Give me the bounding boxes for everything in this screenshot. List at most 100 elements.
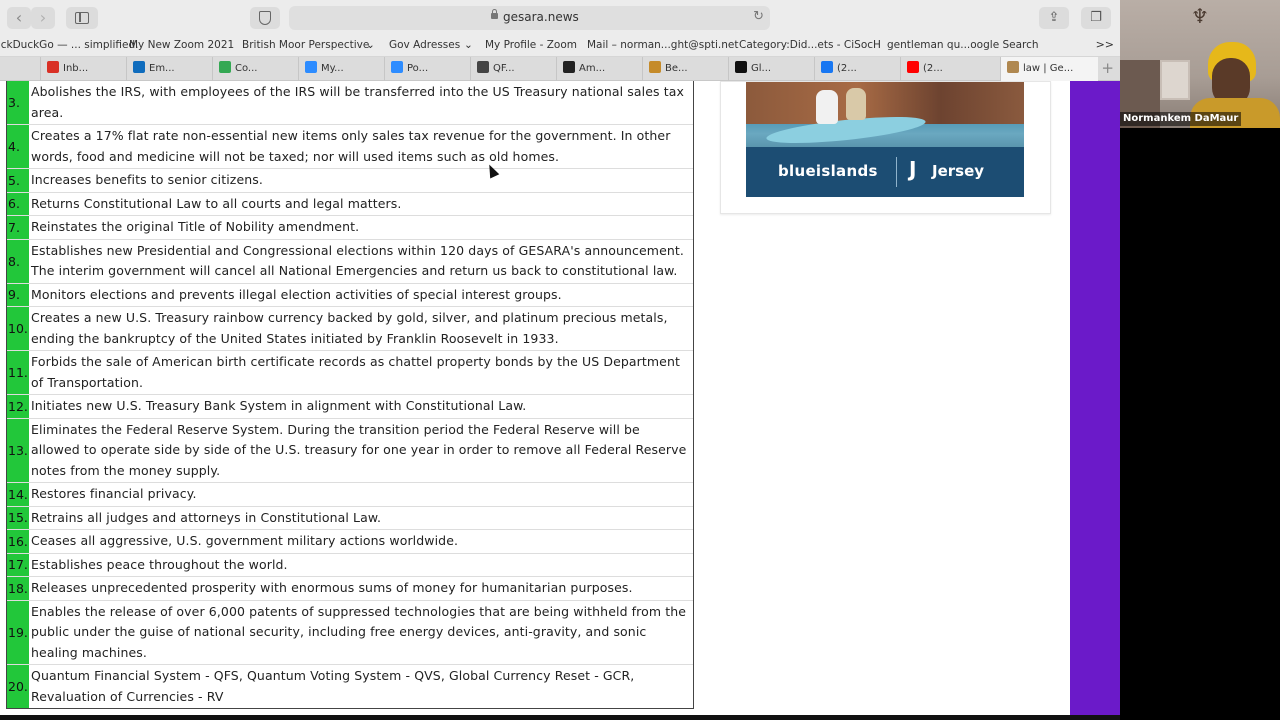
tab-favicon-icon <box>821 61 833 73</box>
ad-person <box>846 88 866 120</box>
list-item-number: 18. <box>7 577 29 600</box>
tab-favicon-icon <box>305 61 317 73</box>
share-button[interactable]: ⇪ <box>1039 7 1069 29</box>
sidebar-icon <box>75 12 89 24</box>
tab-favicon-icon <box>219 61 231 73</box>
list-item-number: 4. <box>7 125 29 168</box>
list-item-number: 13. <box>7 418 29 482</box>
browser-tab[interactable]: (2... <box>900 57 1000 81</box>
browser-tab[interactable]: law | Ge... <box>1000 57 1098 81</box>
back-button[interactable]: ‹ <box>7 7 31 29</box>
tab-label: My... <box>321 63 344 74</box>
list-item-text: Initiates new U.S. Treasury Bank System … <box>31 398 527 413</box>
tab-label: QF... <box>493 63 515 74</box>
bottom-edge-bar <box>0 715 1120 720</box>
browser-tab[interactable]: (2... <box>814 57 900 81</box>
ad-image[interactable]: blueislands J Jersey <box>746 82 1024 197</box>
chevron-down-icon[interactable]: ⌄ <box>464 39 473 51</box>
list-item-number: 14. <box>7 483 29 506</box>
forward-button[interactable]: › <box>31 7 55 29</box>
bookmark-item[interactable]: British Moor Perspective <box>242 39 369 51</box>
list-item: 11. Forbids the sale of American birth ce… <box>7 350 693 394</box>
bookmark-item[interactable]: gentleman qu...oogle Search <box>887 39 1039 51</box>
privacy-report-button[interactable] <box>250 7 280 29</box>
chevron-left-icon: ‹ <box>15 8 23 27</box>
reload-icon[interactable]: ↻ <box>753 9 764 24</box>
browser-tab[interactable]: Be... <box>642 57 728 81</box>
list-item-number: 20. <box>7 665 29 708</box>
list-item: 7. Reinstates the original Title of Nobil… <box>7 215 693 239</box>
list-item: 18. Releases unprecedented prosperity wit… <box>7 576 693 600</box>
list-item: 12. Initiates new U.S. Treasury Bank Syst… <box>7 394 693 418</box>
browser-tab[interactable]: Gl... <box>728 57 814 81</box>
list-item-text: Creates a new U.S. Treasury rainbow curr… <box>31 310 668 346</box>
tab-label: (2... <box>837 63 857 74</box>
bookmark-item[interactable]: Gov Adresses <box>389 39 460 51</box>
ad-brand-bar: blueislands J Jersey <box>746 147 1024 197</box>
list-item-number: 19. <box>7 600 29 664</box>
tab-label: Co... <box>235 63 258 74</box>
list-item-text: Ceases all aggressive, U.S. government m… <box>31 533 459 548</box>
browser-tab[interactable]: Inb... <box>40 57 126 81</box>
tab-favicon-icon <box>649 61 661 73</box>
chevron-down-icon[interactable]: ⌄ <box>366 39 375 51</box>
address-bar[interactable]: gesara.news ↻ <box>289 6 770 30</box>
chevron-right-icon: › <box>39 8 47 27</box>
tab-label: Em... <box>149 63 175 74</box>
list-item-number: 15. <box>7 506 29 529</box>
jersey-logo-icon: J <box>909 157 917 181</box>
list-item: 16. Ceases all aggressive, U.S. governmen… <box>7 529 693 553</box>
browser-tab[interactable]: Po... <box>384 57 470 81</box>
list-item: 14. Restores financial privacy. <box>7 482 693 506</box>
video-tile: ♆ Normankem DaMaur <box>1120 0 1280 128</box>
list-item-text: Releases unprecedented prosperity with e… <box>31 580 633 595</box>
list-item: 15. Retrains all judges and attorneys in … <box>7 505 693 529</box>
list-item-number: 9. <box>7 283 29 306</box>
browser-tab[interactable]: My... <box>298 57 384 81</box>
list-item-number: 3. <box>7 81 29 124</box>
new-tab-button[interactable]: + <box>1101 59 1114 77</box>
list-item-number: 17. <box>7 553 29 576</box>
tab-label: Be... <box>665 63 688 74</box>
shield-icon <box>259 11 271 25</box>
ad-person <box>816 90 838 124</box>
web-page: 3. Abolishes the IRS, with employees of t… <box>0 81 1120 720</box>
list-item-number: 10. <box>7 307 29 350</box>
tab-favicon-icon <box>563 61 575 73</box>
lock-icon <box>491 9 498 19</box>
bookmark-item[interactable]: My New Zoom 2021 <box>129 39 234 51</box>
browser-tab[interactable]: QF... <box>470 57 556 81</box>
tab-favicon-icon <box>477 61 489 73</box>
sidebar-toggle-button[interactable] <box>66 7 98 29</box>
bookmarks-bar: DuckDuckGo — ... simplified. My New Zoom… <box>0 36 1120 57</box>
browser-tab[interactable]: Am... <box>556 57 642 81</box>
tab-overview-button[interactable]: ❐ <box>1081 7 1111 29</box>
bookmark-item[interactable]: My Profile - Zoom <box>485 39 577 51</box>
ad-brand-blueislands: blueislands <box>778 162 878 180</box>
list-item-text: Retrains all judges and attorneys in Con… <box>31 509 382 525</box>
bookmark-item[interactable]: DuckDuckGo — ... simplified. <box>0 39 138 51</box>
bookmark-item[interactable]: Mail – norman...ght@spti.net <box>587 39 738 51</box>
participant-name: Normankem DaMaur <box>1120 112 1242 126</box>
list-item-number: 6. <box>7 192 29 215</box>
tab-label: Am... <box>579 63 606 74</box>
list-item-number: 7. <box>7 216 29 239</box>
url-text: gesara.news <box>503 10 579 24</box>
bookmark-item[interactable]: Category:Did...ets - CiSocH <box>739 39 881 51</box>
list-item-text: Quantum Financial System - QFS, Quantum … <box>31 668 635 704</box>
browser-toolbar: ‹ › gesara.news ↻ ⇪ ❐ <box>0 0 1120 36</box>
tab-favicon-icon <box>47 61 59 73</box>
browser-tab[interactable]: Co... <box>212 57 298 81</box>
browser-tab[interactable]: Em... <box>126 57 212 81</box>
tab-overview-icon: ❐ <box>1090 10 1102 25</box>
list-item-text: Returns Constitutional Law to all courts… <box>31 195 402 211</box>
tab-label: law | Ge... <box>1023 63 1074 74</box>
purple-sidebar-strip <box>1070 81 1120 715</box>
list-item-text: Abolishes the IRS, with employees of the… <box>31 84 684 120</box>
list-item: 5. Increases benefits to senior citizens. <box>7 168 693 192</box>
tab-bar: Inb... Em... Co... My... Po... QF... Am... Be..… <box>0 57 1120 81</box>
more-bookmarks-icon[interactable]: >> <box>1096 38 1114 51</box>
ad-card[interactable]: blueislands J Jersey <box>720 81 1051 214</box>
list-item: 19. Enables the release of over 6,000 pat… <box>7 599 693 664</box>
list-item-text: Increases benefits to senior citizens. <box>31 172 263 187</box>
